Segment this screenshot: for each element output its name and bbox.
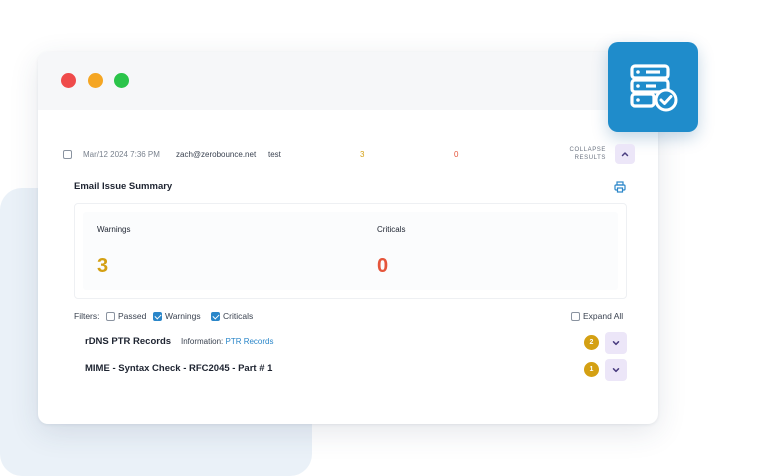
issue-count-badge: 2	[584, 335, 599, 350]
expand-issue-button[interactable]	[605, 332, 627, 354]
filters-label: Filters:	[74, 311, 100, 321]
expand-all-toggle[interactable]: Expand All	[571, 311, 623, 321]
issue-row[interactable]: MIME - Syntax Check - RFC2045 - Part # 1…	[85, 359, 627, 381]
criticals-value: 0	[377, 255, 389, 277]
filter-warnings-checkbox[interactable]	[153, 311, 162, 321]
expand-all-checkbox[interactable]	[571, 311, 580, 321]
row-select-checkbox[interactable]	[63, 150, 72, 159]
criticals-label: Criticals	[377, 225, 406, 234]
collapse-results-button[interactable]	[615, 144, 635, 164]
result-row: Mar/12 2024 7:36 PM zach@zerobounce.net …	[38, 142, 658, 168]
filter-passed-checkbox[interactable]	[106, 311, 115, 321]
collapse-results-label[interactable]: COLLAPSE RESULTS	[560, 146, 606, 162]
close-window-button[interactable]	[61, 73, 76, 88]
issue-title: MIME - Syntax Check - RFC2045 - Part # 1	[85, 363, 273, 374]
filters-bar: Filters: Passed Warnings Criticals Expan…	[74, 310, 626, 324]
row-email: zach@zerobounce.net	[176, 150, 257, 159]
row-warnings-count: 3	[360, 150, 365, 159]
server-check-icon	[630, 64, 678, 112]
warnings-label: Warnings	[97, 225, 131, 234]
row-criticals-count: 0	[454, 150, 459, 159]
row-date: Mar/12 2024 7:36 PM	[83, 150, 160, 159]
chevron-down-icon	[612, 368, 620, 373]
issue-count-badge: 1	[584, 362, 599, 377]
issue-info: Information: PTR Records	[181, 337, 274, 346]
warnings-value: 3	[97, 255, 109, 277]
filter-criticals-checkbox[interactable]	[211, 311, 220, 321]
summary-card: Warnings 3 Criticals 0	[74, 203, 627, 299]
filter-warnings[interactable]: Warnings	[153, 311, 201, 321]
filter-passed[interactable]: Passed	[106, 311, 146, 321]
filter-criticals[interactable]: Criticals	[211, 311, 253, 321]
issue-info-link[interactable]: PTR Records	[225, 337, 273, 346]
issue-title: rDNS PTR Records	[85, 336, 172, 347]
maximize-window-button[interactable]	[114, 73, 129, 88]
chevron-up-icon	[621, 152, 629, 157]
print-icon[interactable]	[614, 180, 626, 198]
expand-issue-button[interactable]	[605, 359, 627, 381]
issue-row[interactable]: rDNS PTR Records Information: PTR Record…	[85, 332, 627, 354]
row-name: test	[268, 150, 281, 159]
summary-title: Email Issue Summary	[74, 181, 173, 192]
chevron-down-icon	[612, 341, 620, 346]
window-titlebar	[38, 52, 658, 110]
app-badge	[608, 42, 698, 132]
minimize-window-button[interactable]	[88, 73, 103, 88]
